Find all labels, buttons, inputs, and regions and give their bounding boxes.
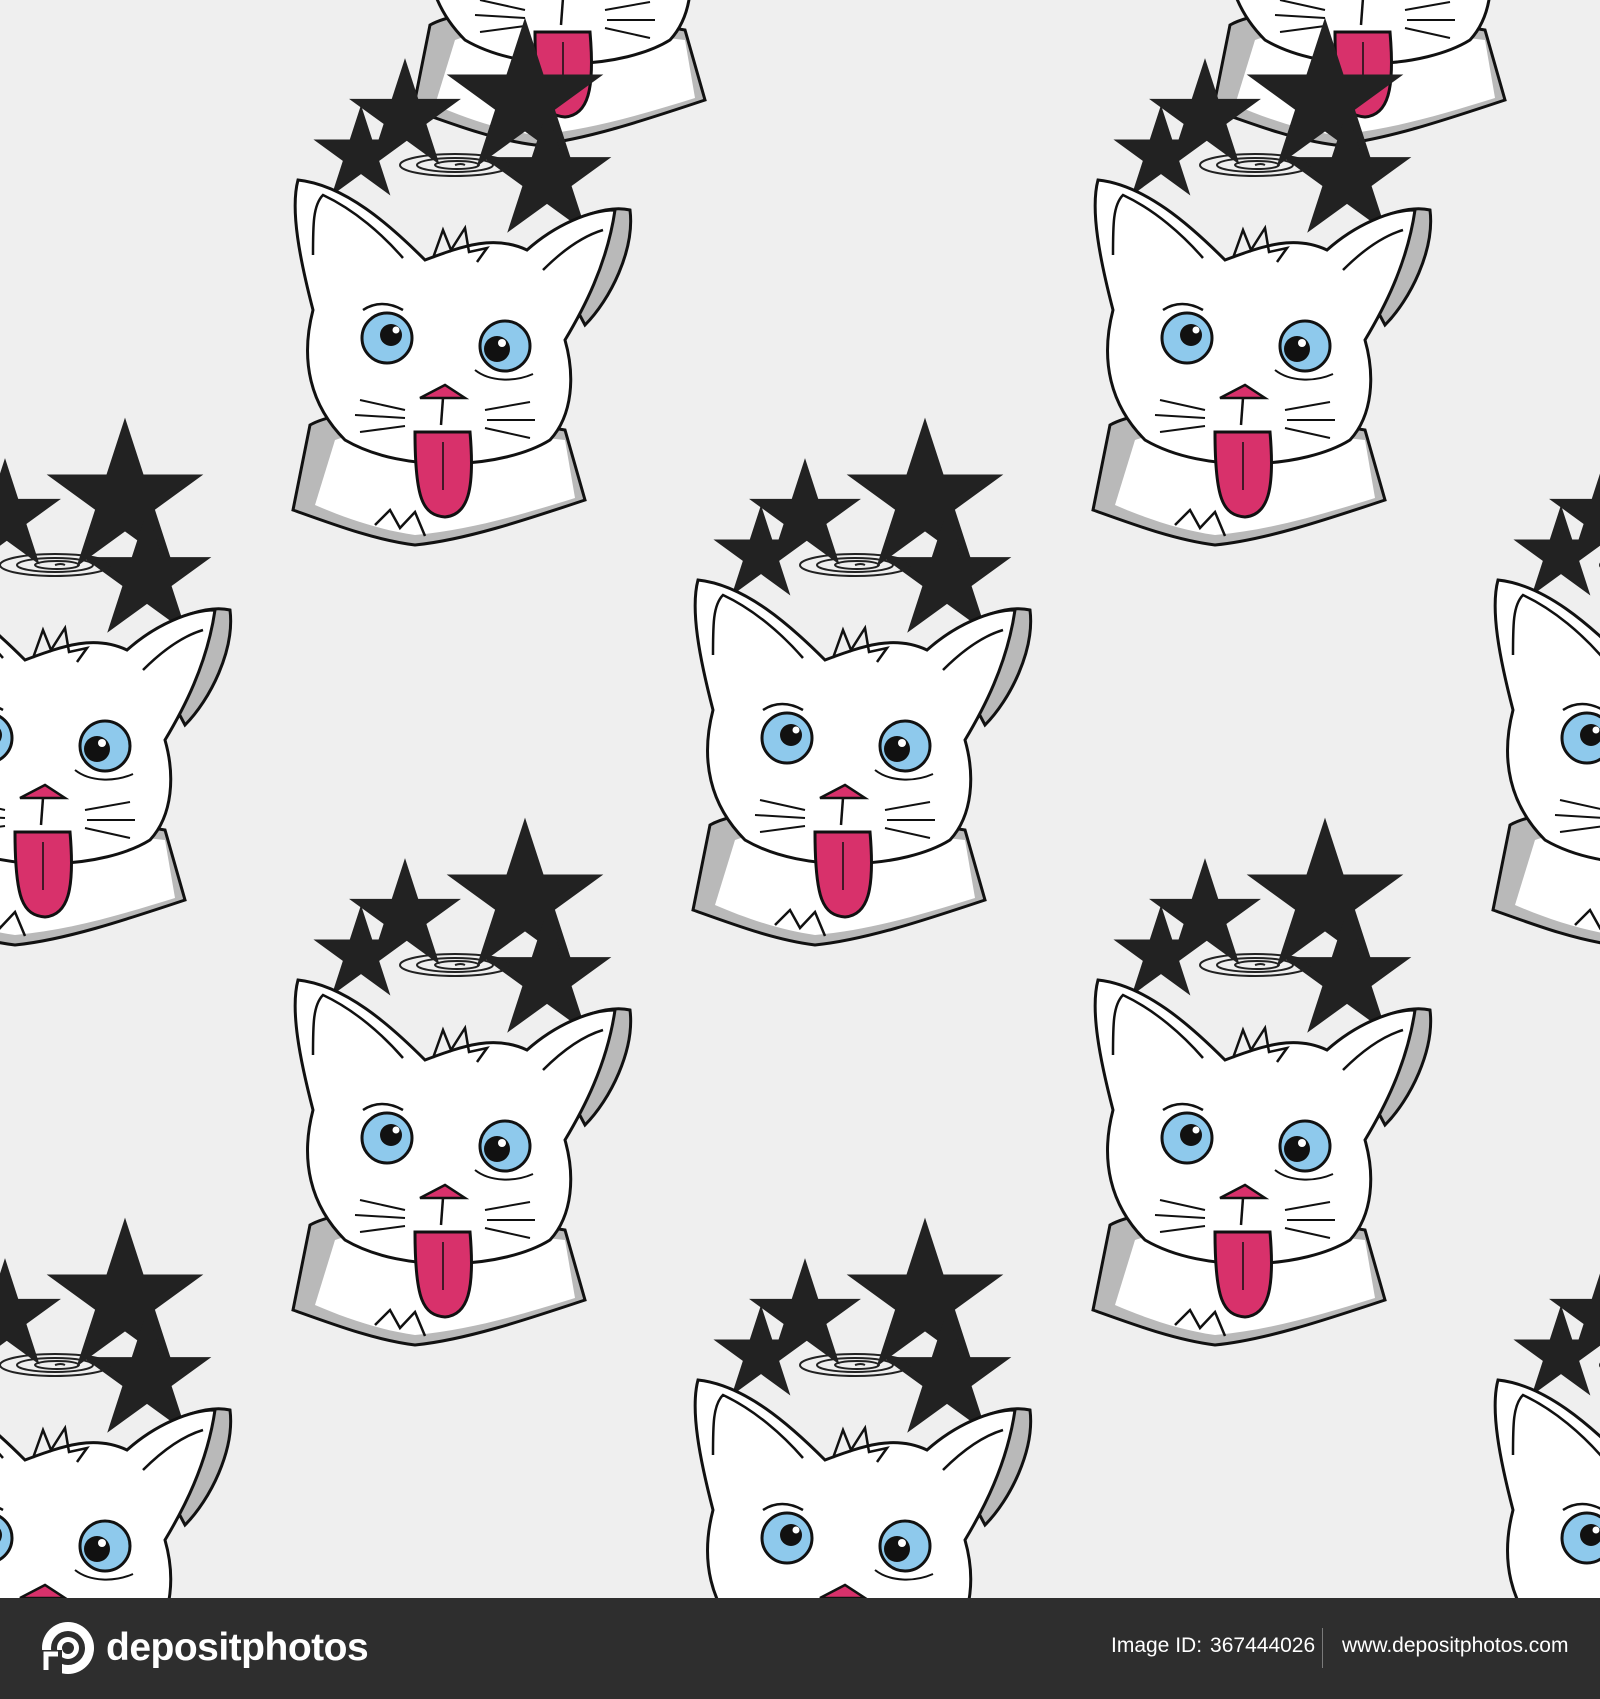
image-id-value: 367444026 [1210, 1634, 1316, 1657]
brand-logo[interactable]: depositphotos [40, 1620, 369, 1676]
cat-pattern [0, 0, 1600, 1598]
brand-name: depositphotos [106, 1626, 369, 1669]
camera-logo-icon [42, 1622, 94, 1674]
footer-divider [1322, 1628, 1323, 1668]
cat-tiles [0, 0, 1600, 1598]
image-id: Image ID: 367444026 [1111, 1634, 1315, 1658]
image-id-label: Image ID: [1111, 1634, 1203, 1657]
pattern-illustration [0, 0, 1600, 1598]
site-url-link[interactable]: www.depositphotos.com [1342, 1634, 1568, 1658]
watermark-footer: depositphotos Image ID: 367444026 www.dep… [0, 1598, 1600, 1699]
